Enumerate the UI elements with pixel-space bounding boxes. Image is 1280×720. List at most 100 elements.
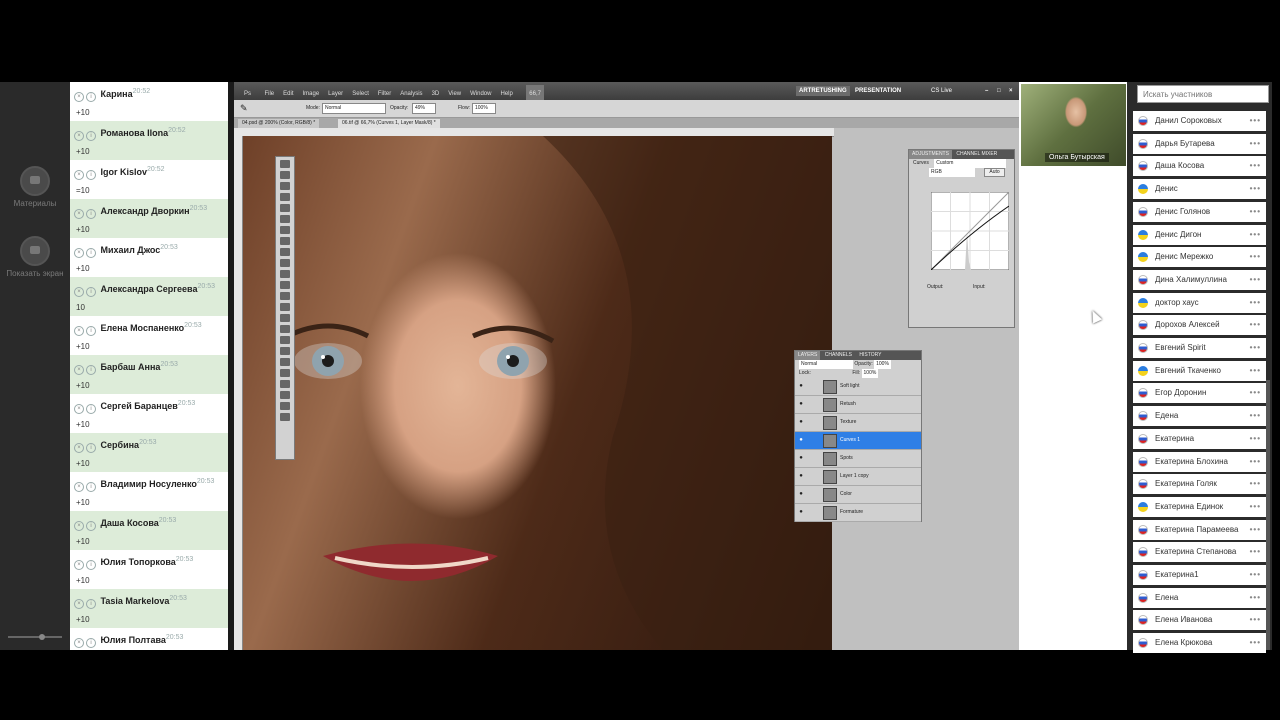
- info-icon[interactable]: i: [86, 170, 96, 180]
- close-icon[interactable]: ×: [74, 248, 84, 258]
- more-icon[interactable]: •••: [1250, 429, 1261, 449]
- close-icon[interactable]: ×: [74, 638, 84, 648]
- participant-item[interactable]: Едена •••: [1133, 406, 1266, 427]
- close-icon[interactable]: ×: [74, 599, 84, 609]
- info-icon[interactable]: i: [86, 404, 96, 414]
- ps-tool-icon[interactable]: [280, 259, 290, 267]
- more-icon[interactable]: •••: [1250, 610, 1261, 630]
- participant-item[interactable]: Дарья Бутарева •••: [1133, 133, 1266, 154]
- auto-button[interactable]: Auto: [984, 168, 1005, 177]
- close-icon[interactable]: ×: [74, 482, 84, 492]
- more-icon[interactable]: •••: [1250, 474, 1261, 494]
- participant-item[interactable]: Даша Косова •••: [1133, 156, 1266, 177]
- more-icon[interactable]: •••: [1250, 156, 1261, 176]
- info-icon[interactable]: i: [86, 287, 96, 297]
- participant-item[interactable]: Екатерина Степанова •••: [1133, 542, 1266, 563]
- participant-item[interactable]: Екатерина Единок •••: [1133, 496, 1266, 517]
- participant-item[interactable]: Елена •••: [1133, 587, 1266, 608]
- close-icon[interactable]: ×: [74, 560, 84, 570]
- ps-tool-icon[interactable]: [280, 369, 290, 377]
- tab-history[interactable]: HISTORY: [856, 351, 884, 360]
- participant-item[interactable]: Евгений Spirit •••: [1133, 338, 1266, 358]
- eye-icon[interactable]: ●: [797, 504, 805, 521]
- more-icon[interactable]: •••: [1250, 315, 1261, 335]
- more-icon[interactable]: •••: [1250, 361, 1261, 381]
- info-icon[interactable]: i: [86, 131, 96, 141]
- more-icon[interactable]: •••: [1250, 565, 1261, 585]
- more-icon[interactable]: •••: [1250, 202, 1261, 222]
- eye-icon[interactable]: ●: [797, 396, 805, 413]
- close-icon[interactable]: ×: [74, 131, 84, 141]
- participant-item[interactable]: Екатерина Блохина •••: [1133, 451, 1266, 472]
- more-icon[interactable]: •••: [1250, 542, 1261, 562]
- info-icon[interactable]: i: [86, 326, 96, 336]
- ps-tool-icon[interactable]: [280, 281, 290, 289]
- brush-tool-icon[interactable]: ✎: [240, 103, 248, 114]
- info-icon[interactable]: i: [86, 92, 96, 102]
- more-icon[interactable]: •••: [1250, 247, 1261, 267]
- participants-scrollbar[interactable]: [1266, 380, 1270, 650]
- participant-item[interactable]: Дина Халимуллина •••: [1133, 269, 1266, 290]
- tab-adjustments[interactable]: ADJUSTMENTS: [909, 150, 952, 159]
- participant-item[interactable]: Денис Голянов •••: [1133, 201, 1266, 222]
- info-icon[interactable]: i: [86, 209, 96, 219]
- participant-item[interactable]: Екатерина Голяк •••: [1133, 474, 1266, 495]
- ps-tool-icon[interactable]: [280, 347, 290, 355]
- participant-item[interactable]: Денис Дигон •••: [1133, 224, 1266, 245]
- ps-tool-icon[interactable]: [280, 270, 290, 278]
- ps-tool-icon[interactable]: [280, 160, 290, 168]
- info-icon[interactable]: i: [86, 248, 96, 258]
- materials-button[interactable]: Материалы: [0, 166, 70, 208]
- eye-icon[interactable]: ●: [797, 486, 805, 503]
- more-icon[interactable]: •••: [1250, 338, 1261, 358]
- close-icon[interactable]: ×: [1006, 86, 1016, 96]
- more-icon[interactable]: •••: [1250, 293, 1261, 313]
- fill-input[interactable]: 100%: [861, 369, 879, 378]
- participant-item[interactable]: Денис Мережко •••: [1133, 247, 1266, 268]
- more-icon[interactable]: •••: [1250, 633, 1261, 653]
- ps-tool-icon[interactable]: [280, 380, 290, 388]
- eye-icon[interactable]: ●: [797, 432, 805, 449]
- close-icon[interactable]: ×: [74, 443, 84, 453]
- layer-opacity-input[interactable]: 100%: [874, 360, 891, 369]
- layer-row[interactable]: ● Retush: [795, 396, 921, 414]
- maximize-icon[interactable]: □: [994, 86, 1004, 96]
- participant-item[interactable]: Елена Крюкова •••: [1133, 633, 1266, 654]
- ps-tool-icon[interactable]: [280, 336, 290, 344]
- mode-select[interactable]: Normal: [322, 103, 386, 114]
- participant-item[interactable]: Елена Иванова •••: [1133, 610, 1266, 631]
- layer-row[interactable]: ● Soft light: [795, 378, 921, 396]
- cs-live-button[interactable]: CS Live: [928, 86, 955, 96]
- tab-layers[interactable]: LAYERS: [795, 351, 821, 360]
- opacity-input[interactable]: 49%: [412, 103, 436, 114]
- close-icon[interactable]: ×: [74, 326, 84, 336]
- close-icon[interactable]: ×: [74, 209, 84, 219]
- minimize-icon[interactable]: –: [982, 86, 991, 96]
- close-icon[interactable]: ×: [74, 521, 84, 531]
- participants-search-input[interactable]: [1137, 85, 1269, 103]
- ps-tool-icon[interactable]: [280, 226, 290, 234]
- layer-row[interactable]: ● Spots: [795, 450, 921, 468]
- more-icon[interactable]: •••: [1250, 452, 1261, 472]
- participant-item[interactable]: Дорохов Алексей •••: [1133, 315, 1266, 336]
- curves-graph[interactable]: [931, 192, 1009, 270]
- participant-item[interactable]: Екатерина •••: [1133, 428, 1266, 449]
- tab-channels[interactable]: CHANNELS: [822, 351, 855, 360]
- layer-row[interactable]: ● Color: [795, 486, 921, 504]
- info-icon[interactable]: i: [86, 638, 96, 648]
- more-icon[interactable]: •••: [1250, 406, 1261, 426]
- info-icon[interactable]: i: [86, 560, 96, 570]
- preset-select[interactable]: Custom: [934, 159, 1007, 168]
- ps-tool-icon[interactable]: [280, 358, 290, 366]
- participant-item[interactable]: Егор Доронин •••: [1133, 383, 1266, 404]
- more-icon[interactable]: •••: [1250, 179, 1261, 199]
- ps-tool-icon[interactable]: [280, 171, 290, 179]
- channel-select[interactable]: RGB: [929, 168, 975, 177]
- info-icon[interactable]: i: [86, 521, 96, 531]
- ps-tool-icon[interactable]: [280, 182, 290, 190]
- participant-item[interactable]: доктор хаус •••: [1133, 292, 1266, 313]
- close-icon[interactable]: ×: [74, 92, 84, 102]
- eye-icon[interactable]: ●: [797, 450, 805, 467]
- more-icon[interactable]: •••: [1250, 225, 1261, 245]
- ps-tool-icon[interactable]: [280, 215, 290, 223]
